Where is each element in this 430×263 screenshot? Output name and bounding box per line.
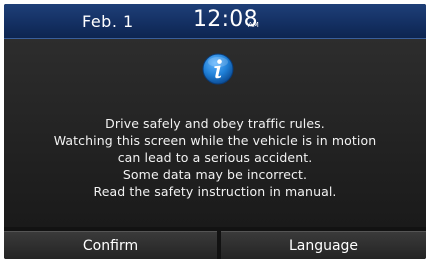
message-line: Watching this screen while the vehicle i… <box>53 133 377 148</box>
status-bar: Feb. 1 12:08 AM <box>4 4 426 39</box>
message-line: Some data may be incorrect. <box>122 167 308 182</box>
status-date: Feb. 1 <box>82 12 134 31</box>
language-button[interactable]: Language <box>221 231 426 259</box>
head-unit-screen: Feb. 1 12:08 AM Drive safely and obey tr… <box>4 4 426 259</box>
safety-message: Drive safely and obey traffic rules. Wat… <box>4 115 426 200</box>
confirm-button[interactable]: Confirm <box>4 231 217 259</box>
info-icon <box>202 53 234 85</box>
message-line: Read the safety instruction in manual. <box>93 184 337 199</box>
status-ampm: AM <box>248 21 259 29</box>
message-line: can lead to a serious accident. <box>117 150 313 165</box>
message-line: Drive safely and obey traffic rules. <box>105 116 325 131</box>
safety-warning-dialog: Drive safely and obey traffic rules. Wat… <box>4 39 426 227</box>
